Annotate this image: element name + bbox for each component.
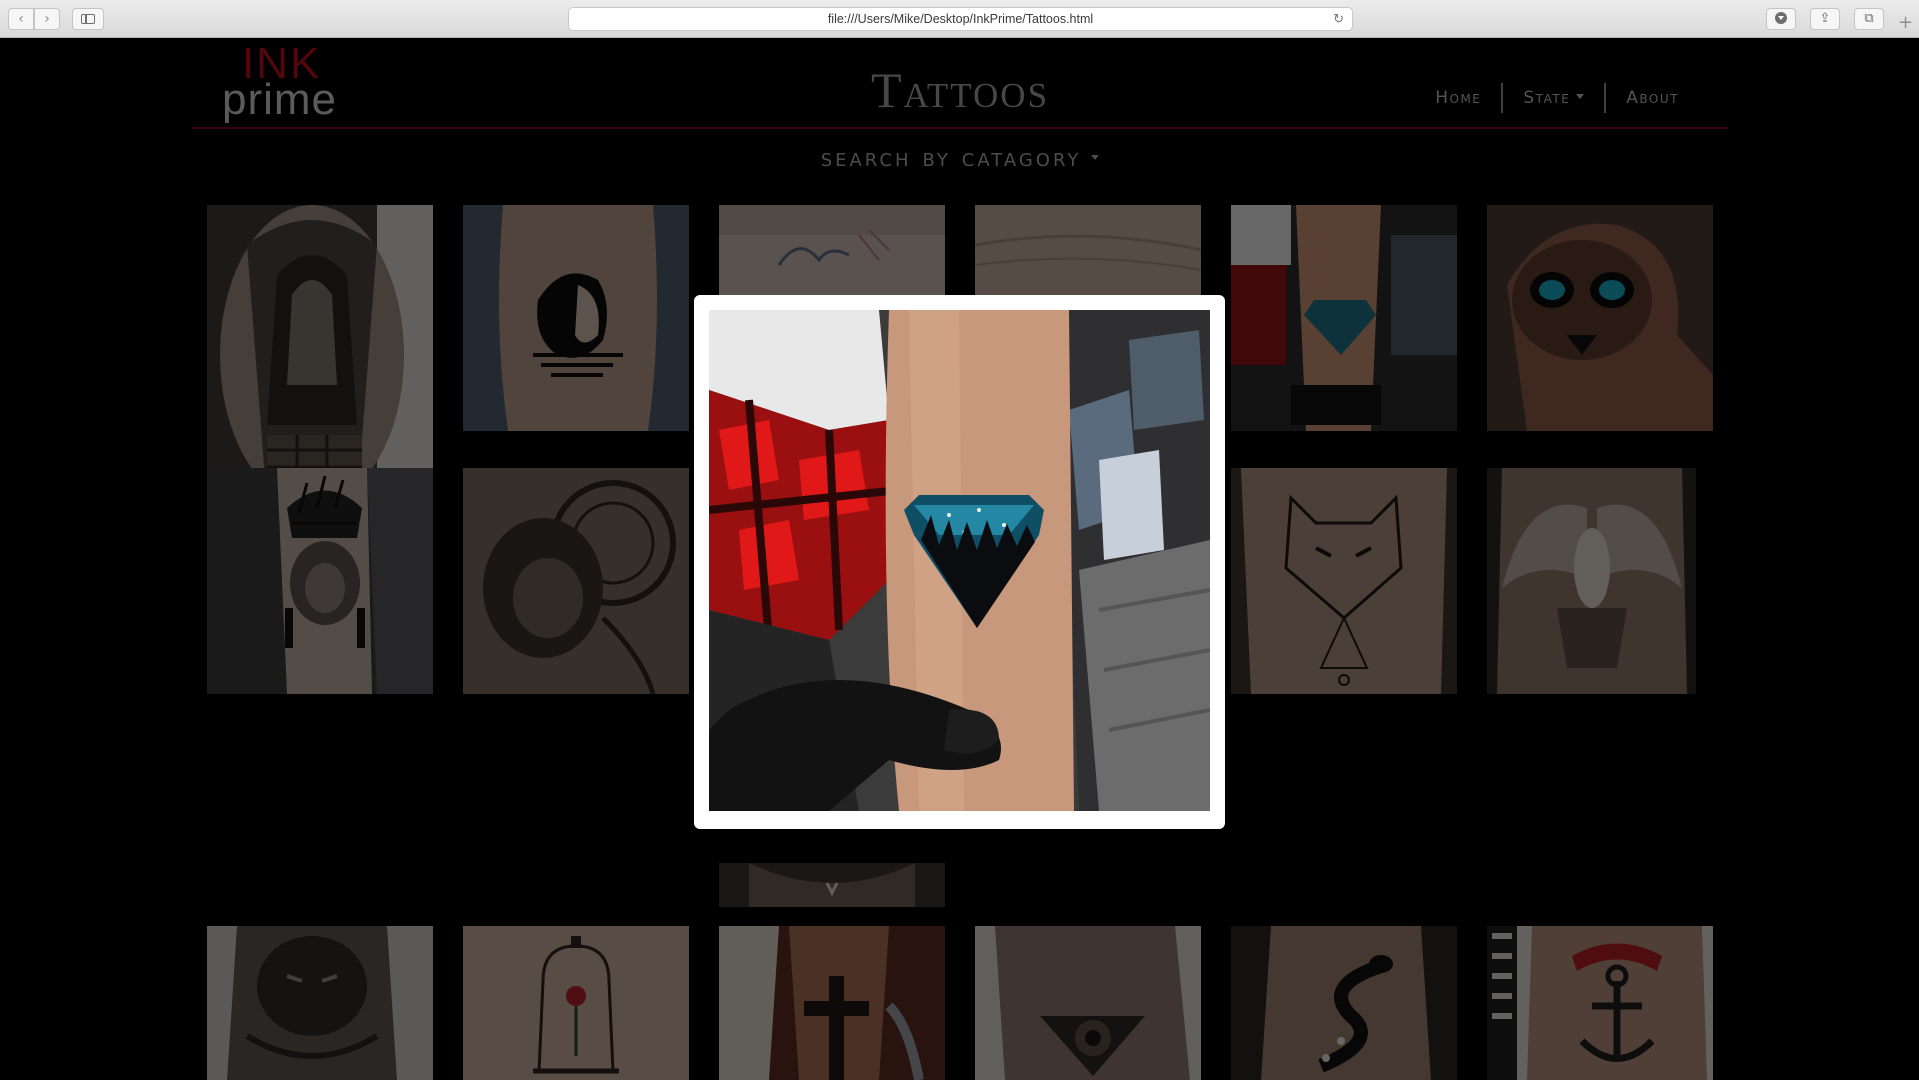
reload-icon[interactable]: ↻ <box>1333 8 1344 30</box>
address-bar[interactable]: file:///Users/Mike/Desktop/InkPrime/Tatt… <box>568 7 1353 31</box>
gallery-tile[interactable] <box>463 468 689 694</box>
woman-face-tattoo-image <box>463 205 689 431</box>
nav-home-link[interactable]: Home <box>1415 82 1501 114</box>
new-tab-button[interactable]: + <box>1898 12 1913 33</box>
gallery-tile[interactable] <box>207 926 433 1080</box>
header-divider <box>192 127 1728 129</box>
nav-state-dropdown[interactable]: State <box>1503 82 1604 114</box>
gallery-tile[interactable] <box>207 468 433 694</box>
lion-headdress-tattoo-image <box>207 468 433 694</box>
gallery-tile[interactable] <box>719 926 945 1080</box>
lightbox-modal[interactable] <box>694 295 1225 829</box>
gallery-tile[interactable] <box>1231 926 1457 1080</box>
top-navigation: Home State About <box>1415 82 1699 114</box>
cross-tattoo-image <box>719 926 945 1080</box>
skull-hand-tattoo-image <box>1487 205 1713 431</box>
diamond-forest-tattoo-image <box>709 310 1210 811</box>
caret-down-icon <box>1091 154 1100 160</box>
download-icon <box>1775 12 1787 24</box>
gallery-tile[interactable] <box>207 205 433 505</box>
gallery-tile[interactable] <box>1231 468 1457 694</box>
gallery-tile[interactable] <box>1487 926 1713 1080</box>
sidebar-icon <box>81 14 95 24</box>
gargoyle-tattoo-image <box>207 205 433 505</box>
search-by-category-dropdown[interactable]: search by catagory <box>760 140 1160 176</box>
diamond-tattoo-thumb-image <box>1231 205 1457 431</box>
snake-tattoo-image <box>1231 926 1457 1080</box>
chevron-right-icon: › <box>44 11 50 27</box>
address-text: file:///Users/Mike/Desktop/InkPrime/Tatt… <box>827 12 1094 26</box>
anchor-tattoo-image <box>1487 926 1713 1080</box>
wrist-tattoo-image <box>975 205 1201 295</box>
gallery-tile[interactable] <box>1231 205 1457 431</box>
site-logo[interactable]: INK prime <box>222 42 362 122</box>
search-by-category-label: search by catagory <box>820 143 1082 172</box>
back-button[interactable]: ‹ <box>8 8 34 30</box>
browser-toolbar: ‹ › file:///Users/Mike/Desktop/InkPrime/… <box>0 0 1919 38</box>
gallery-tile[interactable] <box>1487 468 1696 694</box>
lightbox-image <box>709 310 1210 811</box>
sunflower-triangle-tattoo-image <box>975 926 1201 1080</box>
forward-button[interactable]: › <box>34 8 60 30</box>
wrist-lineart-tattoo-image <box>719 205 945 295</box>
nav-about-link[interactable]: About <box>1606 82 1699 114</box>
gallery-tile[interactable] <box>975 926 1201 1080</box>
caret-down-icon <box>1576 93 1585 99</box>
gallery-tile[interactable] <box>463 926 689 1080</box>
tabs-icon: ⧉ <box>1864 11 1874 26</box>
logo-prime-text: prime <box>222 75 338 124</box>
mandala-lion-tattoo-image <box>463 468 689 694</box>
share-icon: ⇪ <box>1819 11 1831 26</box>
gallery-tile[interactable] <box>975 205 1201 295</box>
gallery-tile[interactable] <box>719 205 945 295</box>
site-page: INK prime Tattoos Home State About searc… <box>0 38 1919 1080</box>
chevron-left-icon: ‹ <box>18 11 24 27</box>
downloads-button[interactable] <box>1766 8 1796 30</box>
gallery-tile[interactable] <box>719 863 945 907</box>
partial-tattoo-image <box>719 863 945 907</box>
geometric-wolf-tattoo-image <box>1231 468 1457 694</box>
nav-state-label: State <box>1523 88 1571 108</box>
page-title: Tattoos <box>870 62 1050 118</box>
show-tabs-button[interactable]: ⧉ <box>1854 8 1884 30</box>
sidebar-toggle-button[interactable] <box>72 8 104 30</box>
gallery-tile[interactable] <box>1487 205 1713 431</box>
angel-wings-tattoo-image <box>1487 468 1696 694</box>
gallery-tile[interactable] <box>463 205 689 431</box>
lion-sleeve-tattoo-image <box>207 926 433 1080</box>
share-button[interactable]: ⇪ <box>1810 8 1840 30</box>
rose-belljar-tattoo-image <box>463 926 689 1080</box>
